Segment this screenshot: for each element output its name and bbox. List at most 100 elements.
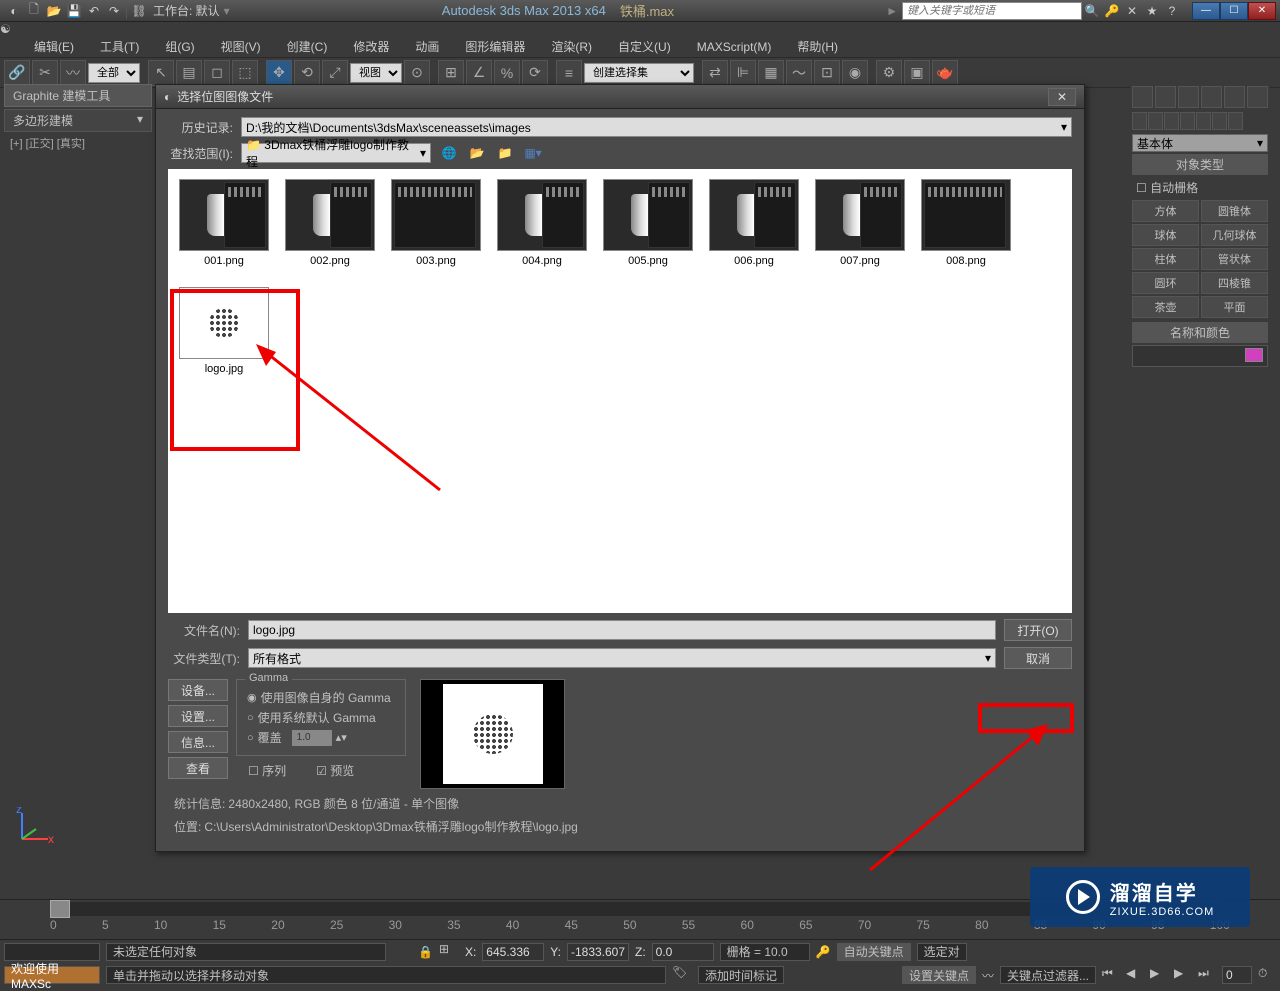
schematic-icon[interactable]: ⊡ — [814, 60, 840, 86]
utilities-tab-icon[interactable] — [1247, 86, 1268, 108]
file-item[interactable]: 004.png — [496, 179, 588, 267]
time-slider-handle[interactable] — [50, 900, 70, 918]
file-item[interactable]: 006.png — [708, 179, 800, 267]
create-tab-icon[interactable] — [1132, 86, 1153, 108]
autogrid-checkbox[interactable]: ☐ 自动栅格 — [1130, 177, 1270, 198]
cameras-cat-icon[interactable] — [1180, 112, 1195, 130]
material-editor-icon[interactable]: ◉ — [842, 60, 868, 86]
geometry-cat-icon[interactable] — [1132, 112, 1147, 130]
autokey-button[interactable]: 自动关键点 — [837, 943, 911, 961]
rect-select-icon[interactable]: ◻ — [204, 60, 230, 86]
lookin-dropdown[interactable]: 📁 3Dmax铁桶浮雕logo制作教程▾ — [241, 143, 431, 163]
mirror-icon[interactable]: ⇄ — [702, 60, 728, 86]
percent-snap-icon[interactable]: % — [494, 60, 520, 86]
primitive-torus[interactable]: 圆环 — [1132, 272, 1199, 294]
search-icon[interactable]: 🔍 — [1082, 2, 1102, 20]
link-icon[interactable]: ⛓ — [129, 2, 149, 20]
window-crossing-icon[interactable]: ⬚ — [232, 60, 258, 86]
object-color-swatch[interactable] — [1245, 348, 1263, 362]
file-item[interactable]: 007.png — [814, 179, 906, 267]
goto-start-icon[interactable]: ⏮ — [1102, 966, 1120, 984]
y-coord-input[interactable] — [567, 943, 629, 961]
sequence-checkbox[interactable]: ☐ 序列 — [248, 762, 286, 779]
select-name-icon[interactable]: ▤ — [176, 60, 202, 86]
primitive-pyramid[interactable]: 四棱锥 — [1201, 272, 1268, 294]
bind-tool-icon[interactable]: 〰 — [60, 60, 86, 86]
display-tab-icon[interactable] — [1224, 86, 1245, 108]
favorite-icon[interactable]: ★ — [1142, 2, 1162, 20]
close-button[interactable]: ✕ — [1248, 2, 1276, 20]
primitive-box[interactable]: 方体 — [1132, 200, 1199, 222]
align-icon[interactable]: ⊫ — [730, 60, 756, 86]
menu-animation[interactable]: 动画 — [411, 36, 443, 57]
modify-tab-icon[interactable] — [1155, 86, 1176, 108]
key-lock-icon[interactable]: 🔑 — [816, 945, 831, 959]
file-item[interactable]: 003.png — [390, 179, 482, 267]
link-tool-icon[interactable]: 🔗 — [4, 60, 30, 86]
gamma-radio-own[interactable]: ◉ 使用图像自身的 Gamma — [247, 689, 395, 706]
gamma-radio-override[interactable]: ○ 覆盖 ▴▾ — [247, 729, 395, 746]
spinner-snap-icon[interactable]: ⟳ — [522, 60, 548, 86]
menu-help[interactable]: 帮助(H) — [793, 36, 842, 57]
curve-editor-icon[interactable]: 〜 — [786, 60, 812, 86]
maximize-button[interactable]: ☐ — [1220, 2, 1248, 20]
select-tool-icon[interactable]: ↖ — [148, 60, 174, 86]
info-button[interactable]: 信息... — [168, 731, 228, 753]
poly-modeling-tab[interactable]: 多边形建模▾ — [4, 109, 152, 132]
goto-end-icon[interactable]: ⏭ — [1198, 966, 1216, 984]
setkey-button[interactable]: 设置关键点 — [902, 966, 976, 984]
snap-toggle-icon[interactable]: ⊞ — [438, 60, 464, 86]
menu-modifiers[interactable]: 修改器 — [349, 36, 393, 57]
view-button[interactable]: 查看 — [168, 757, 228, 779]
motion-tab-icon[interactable] — [1201, 86, 1222, 108]
new-icon[interactable]: 🗋 — [24, 2, 44, 20]
signin-icon[interactable]: 🔑 — [1102, 2, 1122, 20]
key-mode-icon[interactable]: 〰 — [982, 967, 994, 984]
angle-snap-icon[interactable]: ∠ — [466, 60, 492, 86]
helpers-cat-icon[interactable] — [1196, 112, 1211, 130]
ref-coord-dropdown[interactable]: 视图 — [350, 63, 402, 83]
app-logo-icon[interactable]: ☯ — [0, 22, 1280, 36]
graphite-tools-header[interactable]: Graphite 建模工具 — [4, 84, 152, 107]
newfolder-icon[interactable]: 📁 — [495, 143, 515, 163]
current-frame-input[interactable] — [1222, 966, 1252, 984]
z-coord-input[interactable] — [652, 943, 714, 961]
timetag-icon[interactable]: 🏷 — [672, 965, 692, 985]
primitive-cylinder[interactable]: 柱体 — [1132, 248, 1199, 270]
gamma-override-input[interactable] — [292, 730, 332, 746]
prev-frame-icon[interactable]: ◀ — [1126, 966, 1144, 984]
open-icon[interactable]: 📂 — [44, 2, 64, 20]
viewport-label[interactable]: [+] [正交] [真实] — [10, 135, 85, 151]
menu-tools[interactable]: 工具(T) — [96, 36, 143, 57]
cancel-button[interactable]: 取消 — [1004, 647, 1072, 669]
primitive-tube[interactable]: 管状体 — [1201, 248, 1268, 270]
history-dropdown[interactable]: D:\我的文档\Documents\3dsMax\sceneassets\ima… — [241, 117, 1072, 137]
next-frame-icon[interactable]: ▶ — [1174, 966, 1192, 984]
menu-group[interactable]: 组(G) — [161, 36, 198, 57]
file-item[interactable]: 001.png — [178, 179, 270, 267]
keyfilter-button[interactable]: 关键点过滤器... — [1000, 966, 1096, 984]
file-item[interactable]: 005.png — [602, 179, 694, 267]
selection-filter-dropdown[interactable]: 全部 — [88, 63, 140, 83]
app-menu-icon[interactable]: ◐ — [4, 2, 24, 20]
primitive-plane[interactable]: 平面 — [1201, 296, 1268, 318]
named-sel-icon[interactable]: ≡ — [556, 60, 582, 86]
file-item[interactable]: 002.png — [284, 179, 376, 267]
shapes-cat-icon[interactable] — [1148, 112, 1163, 130]
script-listener[interactable] — [4, 943, 100, 961]
menu-create[interactable]: 创建(C) — [283, 36, 332, 57]
move-tool-icon[interactable]: ✥ — [266, 60, 292, 86]
file-item[interactable]: 008.png — [920, 179, 1012, 267]
back-icon[interactable]: 🌐 — [439, 143, 459, 163]
undo-icon[interactable]: ↶ — [84, 2, 104, 20]
help-icon[interactable]: ? — [1162, 2, 1182, 20]
named-sel-dropdown[interactable]: 创建选择集 — [584, 63, 694, 83]
add-timemark[interactable]: 添加时间标记 — [698, 966, 784, 984]
primitive-cone[interactable]: 圆锥体 — [1201, 200, 1268, 222]
filename-input[interactable] — [248, 620, 996, 640]
selected-only-dropdown[interactable]: 选定对 — [917, 943, 967, 961]
play-icon[interactable]: ▶ — [1150, 966, 1168, 984]
filetype-dropdown[interactable]: 所有格式▾ — [248, 648, 996, 668]
abs-rel-icon[interactable]: ⊞ — [439, 942, 459, 962]
exchange-icon[interactable]: ✕ — [1122, 2, 1142, 20]
